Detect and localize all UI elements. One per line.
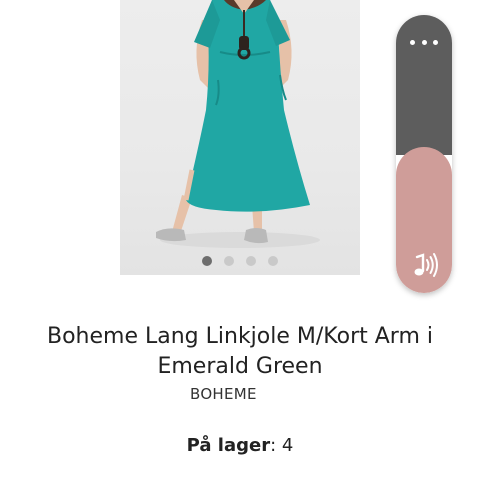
dress-model-illustration (156, 0, 320, 248)
widget-sound-section[interactable] (396, 147, 452, 293)
product-image[interactable] (120, 0, 360, 275)
stock-separator: : (270, 435, 277, 456)
music-note-sound-icon[interactable] (407, 249, 441, 283)
carousel-dot-2[interactable] (224, 256, 234, 266)
floating-widget (396, 15, 452, 293)
stock-value: 4 (281, 435, 294, 456)
stock-status: På lager: 4 (20, 435, 460, 456)
carousel-pagination (120, 255, 360, 267)
more-horizontal-icon[interactable] (410, 35, 438, 49)
carousel-dot-3[interactable] (246, 256, 256, 266)
carousel-dot-1[interactable] (202, 256, 212, 266)
carousel-dot-4[interactable] (268, 256, 278, 266)
product-title: Boheme Lang Linkjole M/Kort Arm i Emeral… (47, 324, 433, 379)
stock-label: På lager (186, 435, 271, 456)
product-brand[interactable]: BOHEME (190, 385, 290, 403)
widget-top-section (396, 15, 452, 155)
